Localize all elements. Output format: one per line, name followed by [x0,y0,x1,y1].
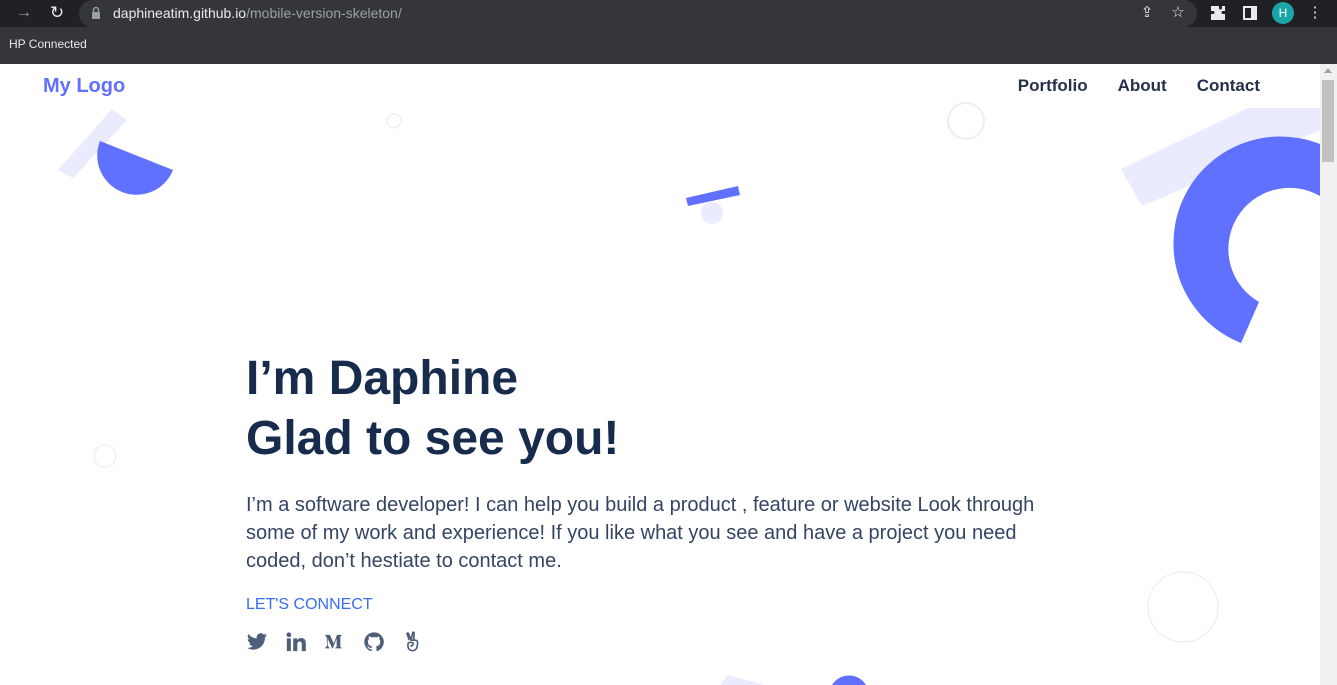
hero-section: I’m Daphine Glad to see you! I’m a softw… [246,349,1046,653]
deco-ring-small [386,113,402,129]
deco-bar-bottom [720,675,765,685]
deco-dot-center [701,202,723,224]
url-text: daphineatim.github.io/mobile-version-ske… [113,5,402,21]
arrow-forward-icon: → [16,4,32,21]
scroll-thumb[interactable] [1322,80,1334,162]
nav-contact[interactable]: Contact [1197,76,1260,96]
url-host: daphineatim.github.io [113,5,247,21]
hero-headline: I’m Daphine Glad to see you! [246,349,1046,469]
angellist-icon[interactable] [402,631,424,653]
twitter-icon[interactable] [246,631,268,653]
lets-connect-link[interactable]: LET'S CONNECT [246,596,1046,614]
site-logo[interactable]: My Logo [43,75,125,98]
hero-intro: I’m a software developer! I can help you… [246,494,1035,572]
forward-button[interactable]: → [14,3,34,23]
browser-chrome: → ↻ daphineatim.github.io/mobile-version… [0,0,1337,64]
hero-headline-line-1: I’m Daphine [246,352,519,405]
deco-semi-bottom [832,675,866,685]
social-links [246,631,1046,653]
hero-headline-line-2: Glad to see you! [246,412,620,465]
nav-portfolio[interactable]: Portfolio [1018,76,1088,96]
github-icon[interactable] [363,631,385,653]
linkedin-icon[interactable] [285,631,307,653]
page-content: My Logo Portfolio About Contact I’m Daph… [0,64,1337,685]
star-icon[interactable]: ☆ [1169,4,1187,22]
extensions-icon[interactable] [1208,3,1228,23]
bookmark-hp-connected[interactable]: HP Connected [9,37,87,51]
reload-button[interactable]: ↻ [47,3,67,23]
main-nav: Portfolio About Contact [1018,76,1260,96]
deco-ring-top [947,102,985,140]
nav-about[interactable]: About [1118,76,1167,96]
reload-icon: ↻ [49,3,65,22]
url-path: /mobile-version-skeleton/ [246,5,402,21]
medium-icon[interactable] [324,631,346,653]
browser-toolbar: → ↻ daphineatim.github.io/mobile-version… [0,0,1337,27]
page-scrollbar[interactable] [1320,64,1337,685]
kebab-menu-icon[interactable]: ⋮ [1305,3,1325,23]
lock-icon [92,6,100,19]
deco-ring-left [93,444,117,468]
profile-avatar[interactable]: H [1272,2,1294,24]
share-icon[interactable]: ⇪ [1138,4,1156,22]
deco-ring-bottom-right [1147,571,1219,643]
address-bar[interactable]: daphineatim.github.io/mobile-version-ske… [79,0,1197,27]
sidepanel-icon[interactable] [1240,3,1260,23]
scroll-up-arrow-icon[interactable] [1324,68,1332,73]
deco-half-circle-topleft [97,141,173,195]
